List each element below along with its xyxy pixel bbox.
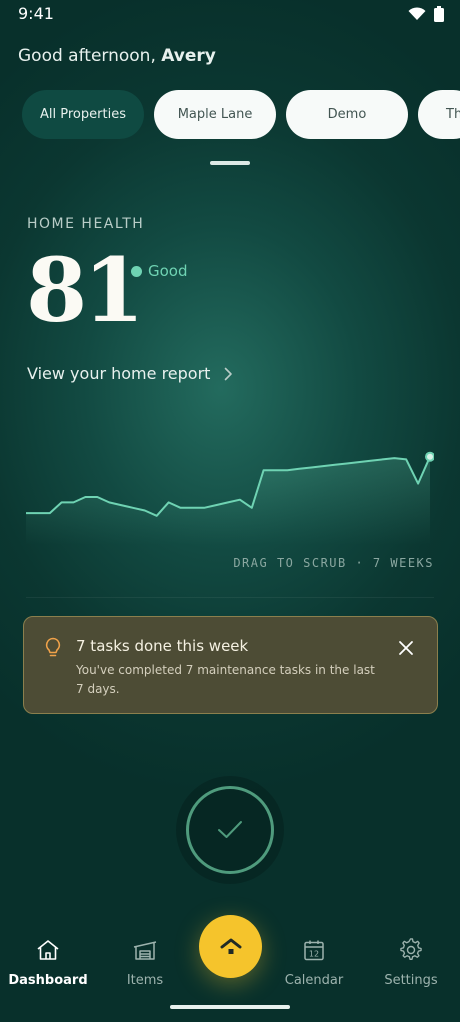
status-bar: 9:41 <box>0 0 460 30</box>
notice-body: You've completed 7 maintenance tasks in … <box>76 663 375 696</box>
chart-area-fill <box>26 456 430 545</box>
calendar-icon: 12 <box>301 937 327 963</box>
bottom-nav: Dashboard Items 12 Calendar Settings <box>0 915 460 1022</box>
home-icon <box>220 938 241 954</box>
nav-items[interactable]: Items <box>100 937 190 988</box>
home-icon <box>35 937 61 963</box>
nav-dashboard-label: Dashboard <box>8 973 88 988</box>
tasks-notice-card[interactable]: 7 tasks done this week You've completed … <box>23 616 438 714</box>
property-chips: All Properties Maple Lane Demo Th <box>22 90 460 139</box>
greeting-prefix: Good afternoon, <box>18 46 156 66</box>
scrub-hint: DRAG TO SCRUB · 7 WEEKS <box>233 556 434 570</box>
nav-items-label: Items <box>126 973 164 988</box>
home-fab[interactable] <box>199 915 262 978</box>
chevron-right-icon <box>225 367 233 380</box>
chip-all-properties[interactable]: All Properties <box>22 90 144 139</box>
status-time: 9:41 <box>18 4 54 23</box>
chip-demo[interactable]: Demo <box>286 90 408 139</box>
home-health-label: HOME HEALTH <box>27 216 145 232</box>
chip-partial[interactable]: Th <box>418 90 460 139</box>
wifi-icon <box>408 7 426 20</box>
notice-title: 7 tasks done this week <box>76 637 249 655</box>
health-score: 81 <box>26 238 144 342</box>
nav-calendar[interactable]: 12 Calendar <box>269 937 359 988</box>
nav-calendar-label: Calendar <box>284 973 344 988</box>
sheet-drag-handle[interactable] <box>210 161 250 165</box>
user-name: Avery <box>161 46 216 66</box>
health-status: Good <box>131 262 188 280</box>
home-indicator <box>170 1005 290 1009</box>
chart-endpoint-dot <box>425 451 434 462</box>
nav-settings-label: Settings <box>384 973 438 988</box>
view-report-label: View your home report <box>27 364 211 383</box>
chip-maple-lane[interactable]: Maple Lane <box>154 90 276 139</box>
lightbulb-icon <box>45 637 61 657</box>
health-status-text: Good <box>148 262 188 280</box>
status-dot <box>131 265 142 277</box>
garage-icon <box>132 937 158 963</box>
health-trend-chart[interactable] <box>26 440 434 545</box>
check-ring <box>186 786 274 874</box>
nav-settings[interactable]: Settings <box>366 937 456 988</box>
check-icon <box>218 821 242 838</box>
gear-icon <box>398 937 424 963</box>
greeting: Good afternoon, Avery <box>18 46 216 66</box>
battery-icon <box>434 6 444 22</box>
nav-dashboard[interactable]: Dashboard <box>3 937 93 988</box>
calendar-badge: 12 <box>309 950 319 959</box>
status-icons <box>408 6 444 22</box>
view-report-link[interactable]: View your home report <box>27 364 233 383</box>
close-icon[interactable] <box>397 639 415 657</box>
section-divider <box>26 597 434 598</box>
completion-indicator[interactable] <box>176 776 284 884</box>
